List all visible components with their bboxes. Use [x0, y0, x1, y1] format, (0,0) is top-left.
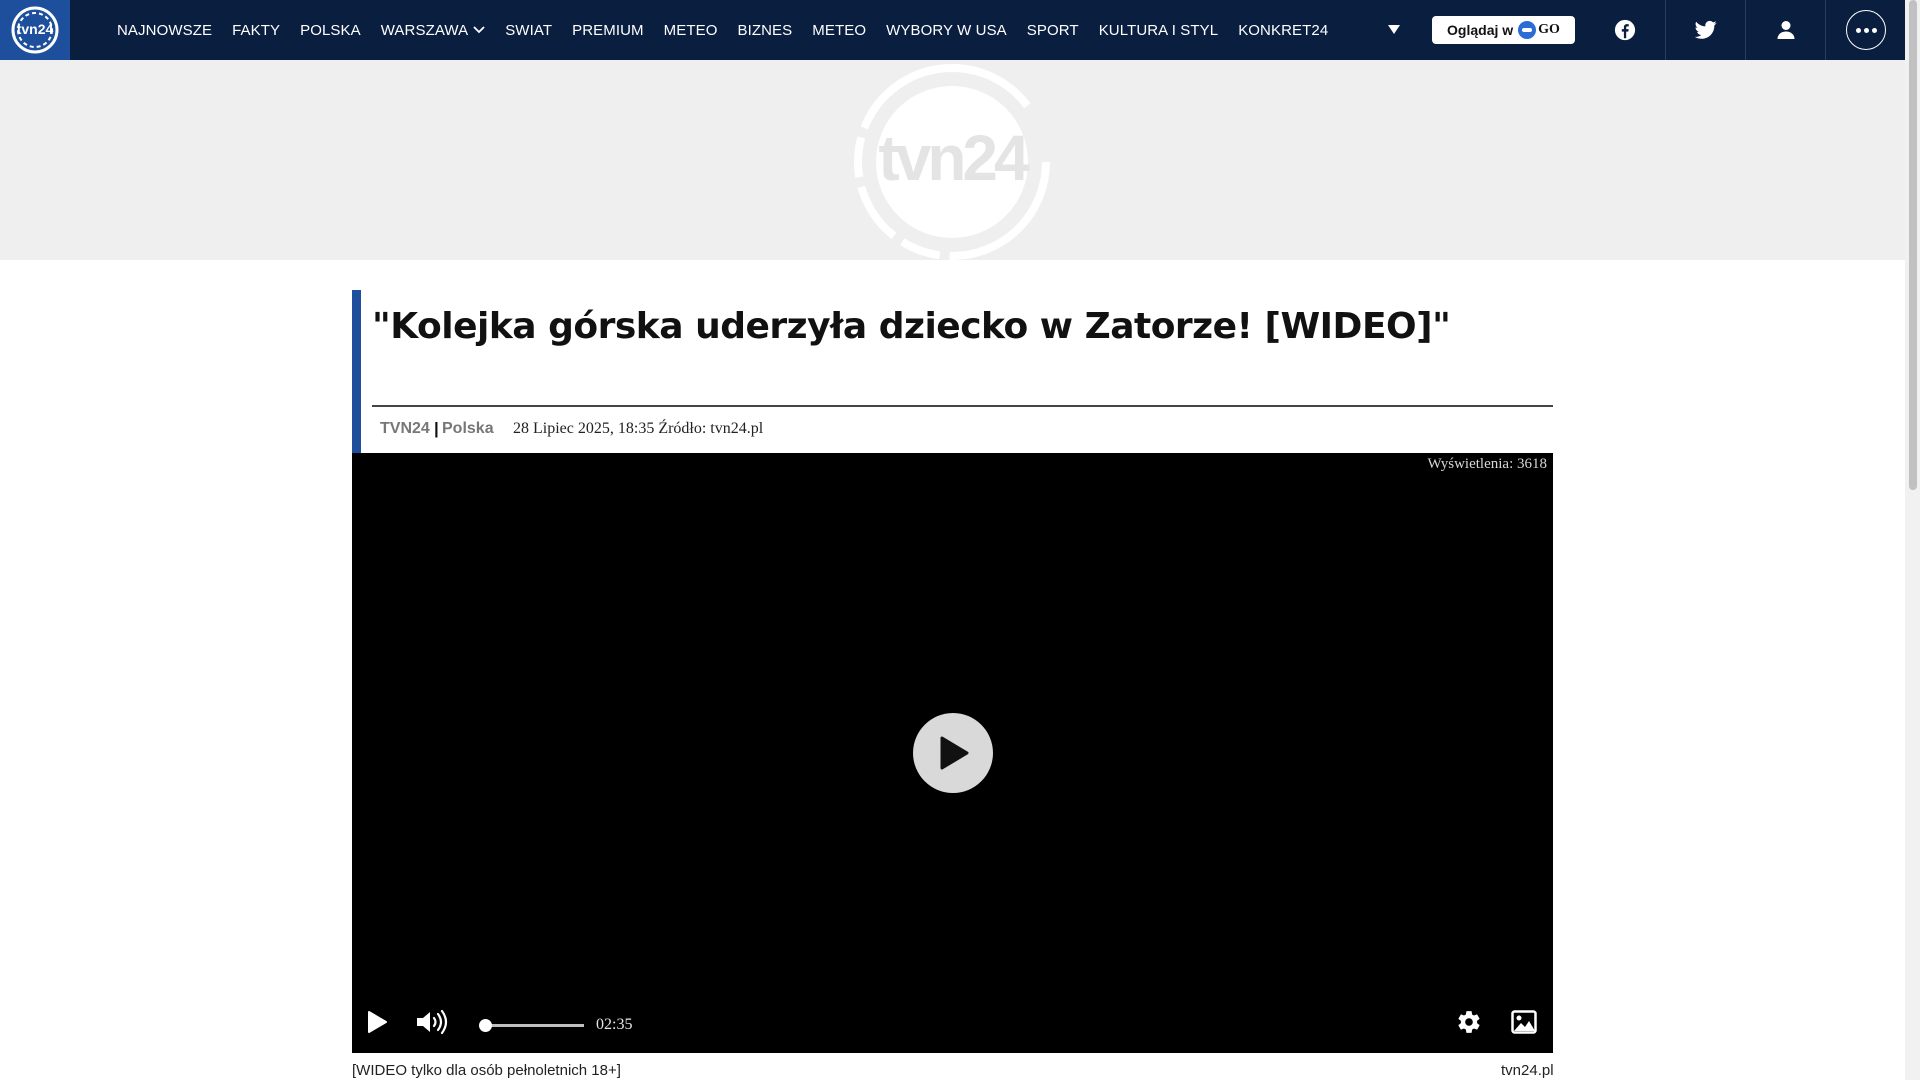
article-accent-bar [352, 290, 361, 453]
nav-item-sport[interactable]: SPORT [1027, 22, 1079, 39]
title-divider [372, 405, 1553, 407]
volume-button[interactable] [414, 1007, 450, 1037]
watch-button-label: Oglądaj w [1447, 22, 1514, 38]
article-author: TVN24 [380, 420, 430, 437]
video-caption: [WIDEO tylko dla osób pełnoletnich 18+] [352, 1062, 621, 1079]
page-scrollbar[interactable] [1905, 0, 1920, 1080]
article-date-source: 28 Lipiec 2025, 18:35 Źródło: tvn24.pl [513, 420, 764, 437]
picture-in-picture-button[interactable] [1509, 1007, 1539, 1037]
chevron-down-icon [473, 26, 485, 34]
settings-button[interactable] [1454, 1007, 1484, 1037]
progress-bar[interactable] [479, 1019, 584, 1032]
scrollbar-thumb[interactable] [1909, 0, 1917, 490]
nav-item-konkret24[interactable]: KONKRET24 [1238, 22, 1328, 39]
nav-item-kultura-i-styl[interactable]: KULTURA I STYL [1099, 22, 1219, 39]
more-dots-icon [1846, 10, 1886, 50]
play-icon [368, 1011, 387, 1033]
nav-item-swiat[interactable]: SWIAT [505, 22, 552, 39]
main-nav: NAJNOWSZE FAKTY POLSKA WARSZAWA SWIAT PR… [117, 0, 1348, 60]
svg-text:tvn24: tvn24 [17, 21, 54, 37]
tvn-go-logo-icon [1518, 21, 1537, 39]
nav-item-polska[interactable]: POLSKA [300, 22, 361, 39]
watch-in-go-button[interactable]: Oglądaj w GO [1432, 16, 1575, 44]
view-count: Wyświetlenia: 3618 [1427, 456, 1548, 472]
facebook-link[interactable] [1585, 0, 1665, 60]
progress-handle[interactable] [479, 1019, 492, 1032]
nav-item-meteo-2[interactable]: METEO [812, 22, 866, 39]
tvn24-logo[interactable]: tvn24 [0, 0, 70, 60]
facebook-icon [1614, 19, 1636, 41]
video-duration: 02:35 [596, 1016, 633, 1033]
video-source: tvn24.pl [1501, 1062, 1554, 1079]
nav-item-warszawa-label: WARSZAWA [380, 21, 469, 39]
user-account-button[interactable] [1746, 0, 1826, 60]
volume-icon [417, 1009, 448, 1035]
more-options-button[interactable] [1826, 0, 1906, 60]
nav-item-warszawa[interactable]: WARSZAWA [381, 22, 485, 39]
top-navbar: tvn24 NAJNOWSZE FAKTY POLSKA WARSZAWA SW… [0, 0, 1905, 60]
twitter-icon [1695, 20, 1717, 39]
header-banner: tvn24 [0, 60, 1905, 260]
watch-button-go: GO [1538, 22, 1560, 37]
video-player[interactable]: Wyświetlenia: 3618 02:35 [352, 453, 1553, 1053]
article-title: "Kolejka górska uderzyła dziecko w Zator… [372, 306, 1451, 347]
image-icon [1511, 1010, 1537, 1034]
nav-item-najnowsze[interactable]: NAJNOWSZE [117, 22, 212, 39]
play-icon [940, 736, 969, 770]
nav-item-premium[interactable]: PREMIUM [572, 22, 644, 39]
big-play-button[interactable] [913, 713, 993, 793]
play-pause-button[interactable] [362, 1007, 392, 1037]
tvn24-banner-logo: tvn24 [854, 64, 1050, 260]
more-menu-triangle-icon[interactable] [1387, 22, 1401, 36]
nav-item-biznes[interactable]: BIZNES [737, 22, 792, 39]
twitter-link[interactable] [1666, 0, 1746, 60]
gear-icon [1458, 1011, 1480, 1033]
user-icon [1777, 21, 1795, 39]
nav-item-fakty[interactable]: FAKTY [232, 22, 280, 39]
tvn24-logo-icon: tvn24 [11, 6, 59, 54]
nav-item-wybory-w-usa[interactable]: WYBORY W USA [886, 22, 1007, 39]
meta-separator: | [434, 419, 439, 438]
svg-text:tvn24: tvn24 [878, 122, 1030, 194]
article-category[interactable]: Polska [442, 420, 494, 438]
nav-item-meteo[interactable]: METEO [664, 22, 718, 39]
